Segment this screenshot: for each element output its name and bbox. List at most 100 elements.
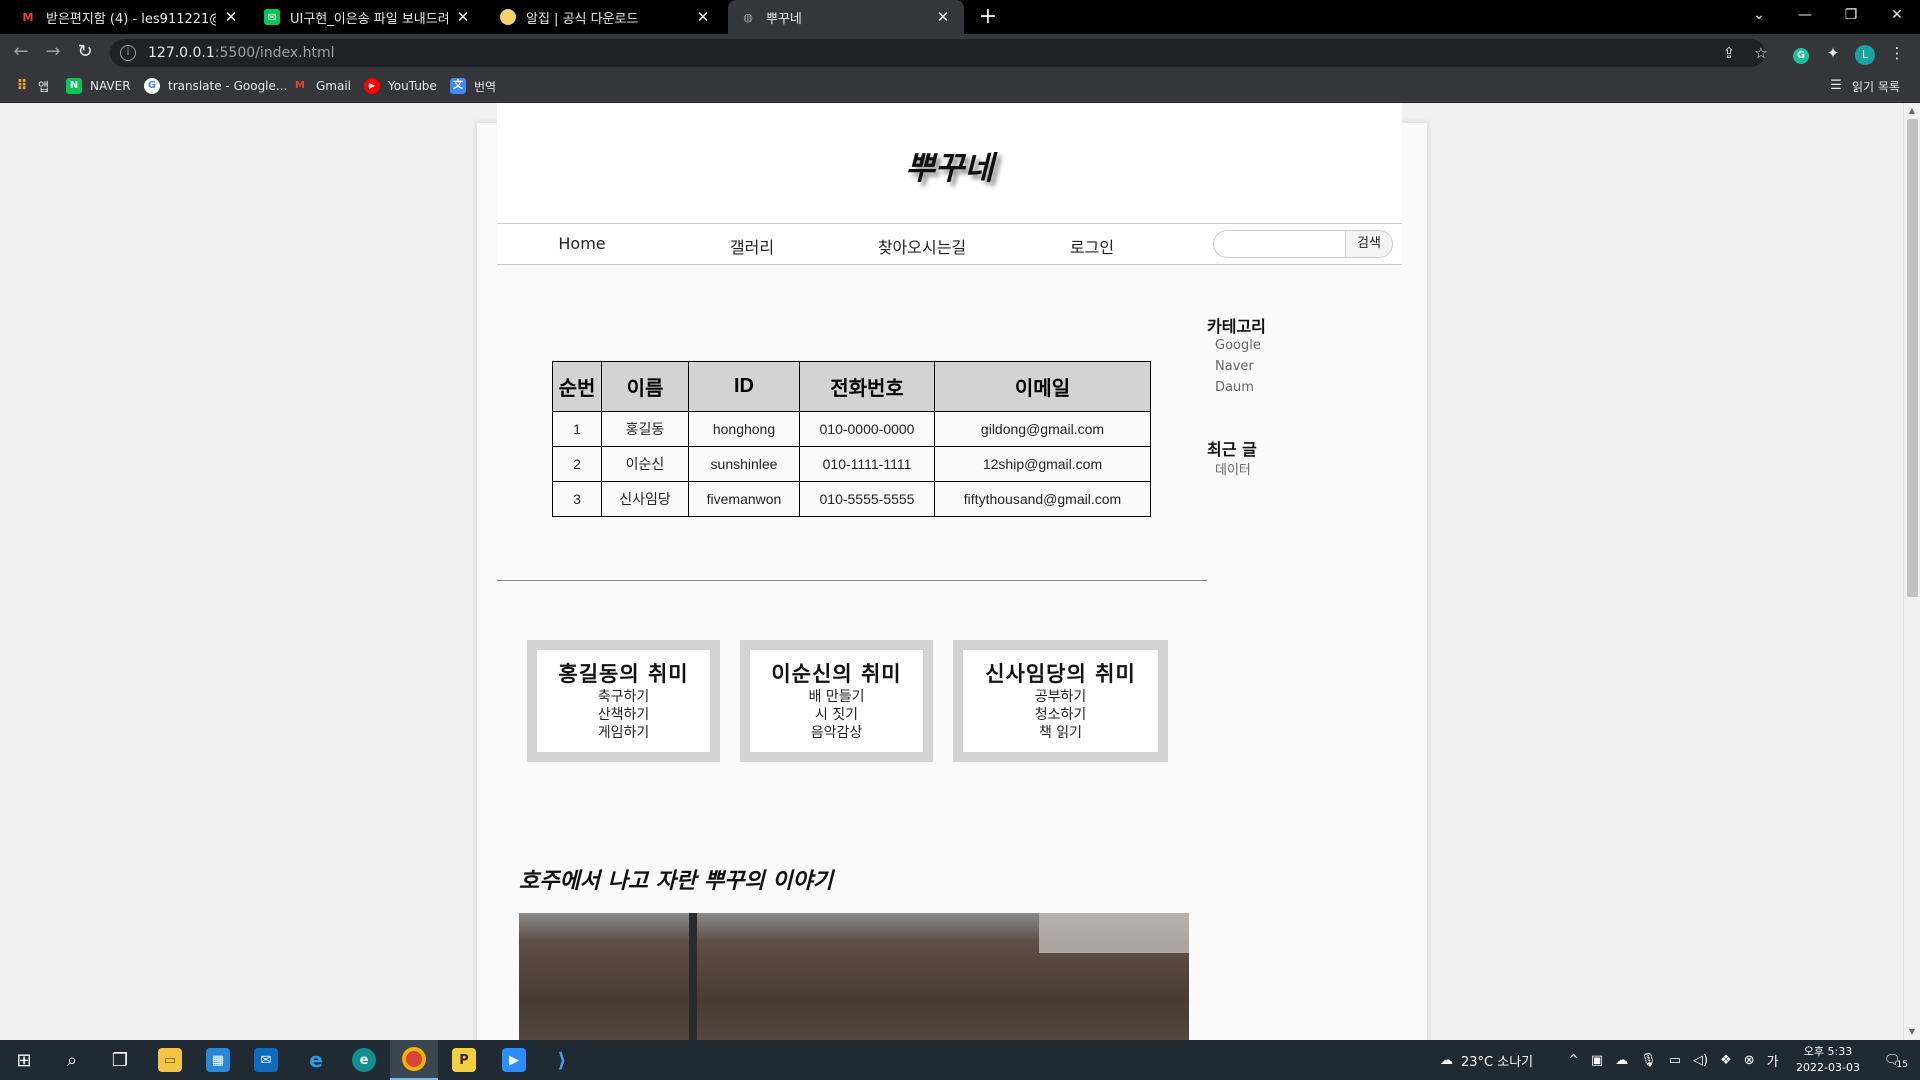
back-icon[interactable]: ← [8,40,34,66]
microphone-icon[interactable]: 🎙 [1640,1053,1657,1068]
nav-login[interactable]: 로그인 [1007,234,1177,258]
tab-line[interactable]: ✉ UI구현_이은송 파일 보내드려요 ✕ [252,0,484,34]
sidebar-recent-item[interactable]: 데이터 [1215,459,1251,478]
kakaotalk-icon[interactable]: P [440,1040,488,1080]
sidebar-link-google[interactable]: Google [1215,338,1261,353]
site-logo[interactable]: 뿌꾸네 [497,143,1402,189]
gmail-icon: M [22,10,34,24]
profile-avatar[interactable]: L [1854,42,1876,65]
close-icon[interactable]: ✕ [934,8,952,26]
minimize-button[interactable]: — [1782,0,1828,34]
zoom-icon[interactable]: ▶ [490,1040,538,1080]
windows-taskbar: ⊞ ⌕ ❐ ▭ ▦ ✉ e e P ▶ ⟩ ☁ 23°C 소나기 ^ ▣ ☁ 🎙… [0,1040,1920,1080]
network-icon[interactable]: ▭ [1669,1053,1681,1068]
hobby-item: 산책하기 [597,707,650,723]
hobby-item: 음악감상 [810,725,863,741]
hobby-item: 배 만들기 [808,689,865,705]
share-icon[interactable]: ⇪ [1718,42,1740,64]
nav-directions[interactable]: 찾아오시는길 [837,234,1007,258]
table-header: 이메일 [934,361,1151,412]
table-row: 2 이순신 sunshinlee 010-1111-1111 12ship@gm… [552,446,1151,482]
reading-list[interactable]: ☰ 읽기 목록 [1828,77,1900,95]
web-viewport: 뿌꾸네 Home 갤러리 찾아오시는길 로그인 검색 순번 이름 ID 전화번호… [0,103,1920,1040]
extensions-puzzle-icon[interactable]: ✦ [1822,42,1844,64]
search-button[interactable]: 검색 [1345,230,1393,258]
table-header: 순번 [552,361,602,412]
member-table: 순번 이름 ID 전화번호 이메일 1 홍길동 honghong 010-000… [552,361,1151,517]
page-scrollbar[interactable]: ▲ ▼ [1903,103,1920,1040]
notification-center[interactable]: 🗨 15 [1878,1040,1914,1080]
url-host: 127.0.0.1 [148,45,215,61]
taskbar-clock[interactable]: 오후 5:33 2022-03-03 [1788,1044,1868,1076]
start-windows-icon[interactable]: ⊞ [0,1040,48,1080]
onedrive-icon[interactable]: ☁ [1615,1053,1628,1068]
address-bar[interactable]: i 127.0.0.1:5500/index.html [110,39,1765,67]
table-cell: 12ship@gmail.com [934,446,1151,482]
bookmark-naver[interactable]: N NAVER [66,77,131,95]
menu-kebab-icon[interactable]: ⋮ [1886,42,1908,64]
bookmark-gmail[interactable]: M Gmail [292,77,351,95]
close-icon[interactable]: ✕ [222,8,240,26]
tray-circle-icon[interactable]: ⊗ [1744,1053,1755,1068]
table-header: 이름 [601,361,689,412]
bookmarks-bar: ⠿ 앱 N NAVER G translate - Google... M Gm… [0,70,1920,102]
ime-icon[interactable]: 가 [1767,1051,1779,1070]
bookmark-label: 번역 [474,79,497,94]
file-explorer-icon[interactable]: ▭ [146,1040,194,1080]
tab-search-icon[interactable]: ⌄ [1736,0,1782,34]
bookmark-youtube[interactable]: ▶ YouTube [364,77,437,95]
translate-icon: 文 [450,78,466,94]
store-icon[interactable]: ▦ [194,1040,242,1080]
task-view-icon[interactable]: ❐ [96,1040,144,1080]
hobby-title: 이순신의 취미 [771,662,902,686]
bookmark-translate[interactable]: 文 번역 [450,77,496,95]
table-cell: 1 [552,411,602,447]
weather-widget[interactable]: ☁ 23°C 소나기 [1440,1040,1533,1080]
nav-gallery[interactable]: 갤러리 [667,234,837,258]
close-icon[interactable]: ✕ [694,8,712,26]
mail-icon[interactable]: ✉ [242,1040,290,1080]
sidebar-category-title: 카테고리 [1207,317,1266,336]
hobby-title: 홍길동의 취미 [558,662,689,686]
tray-app-icon[interactable]: ▣ [1591,1053,1603,1068]
forward-icon[interactable]: → [40,40,66,66]
sidebar-link-naver[interactable]: Naver [1215,359,1254,374]
bookmark-apps[interactable]: ⠿ 앱 [14,77,50,95]
nav-home[interactable]: Home [497,234,667,253]
tab-alzip[interactable]: 알집 | 공식 다운로드 ✕ [488,0,724,34]
close-icon[interactable]: ✕ [454,8,472,26]
restore-button[interactable]: ❐ [1828,0,1874,34]
scrollbar-thumb[interactable] [1907,119,1918,597]
hobby-title: 신사임당의 취미 [985,662,1136,686]
sidebar-link-daum[interactable]: Daum [1215,380,1254,395]
close-window-button[interactable]: ✕ [1874,0,1920,34]
bookmark-star-icon[interactable]: ☆ [1750,42,1772,64]
table-cell: 3 [552,481,602,517]
chrome-icon[interactable] [390,1040,438,1080]
edge-icon[interactable]: e [340,1040,388,1080]
vscode-icon[interactable]: ⟩ [538,1040,586,1080]
gmail-icon: M [295,80,305,91]
scroll-up-arrow[interactable]: ▲ [1904,103,1920,119]
reload-icon[interactable]: ↻ [72,40,98,66]
search-icon[interactable]: ⌕ [48,1040,96,1080]
table-cell: sunshinlee [688,446,800,482]
grammarly-icon[interactable]: G [1790,42,1812,64]
dropbox-icon[interactable]: ❖ [1720,1053,1732,1068]
weather-text: 23°C 소나기 [1461,1054,1534,1070]
tab-active-site[interactable]: ◍ 뿌꾸네 ✕ [728,0,964,34]
new-tab-button[interactable]: + [975,4,1001,30]
table-cell: fiftythousand@gmail.com [934,481,1151,517]
site-info-icon[interactable]: i [120,45,136,61]
search-input[interactable] [1213,230,1345,258]
table-cell: 이순신 [601,446,689,482]
internet-explorer-icon[interactable]: e [292,1040,340,1080]
chevron-up-icon[interactable]: ^ [1568,1053,1579,1068]
bookmark-translate-google[interactable]: G translate - Google... [144,77,287,95]
volume-icon[interactable]: ◁) [1693,1053,1708,1068]
bookmark-label: 앱 [38,79,50,94]
sidebar-recent-title: 최근 글 [1207,440,1257,459]
tab-gmail[interactable]: M 받은편지함 (4) - les911221@gm ✕ [8,0,252,34]
table-cell: 홍길동 [601,411,689,447]
scroll-down-arrow[interactable]: ▼ [1904,1024,1920,1040]
